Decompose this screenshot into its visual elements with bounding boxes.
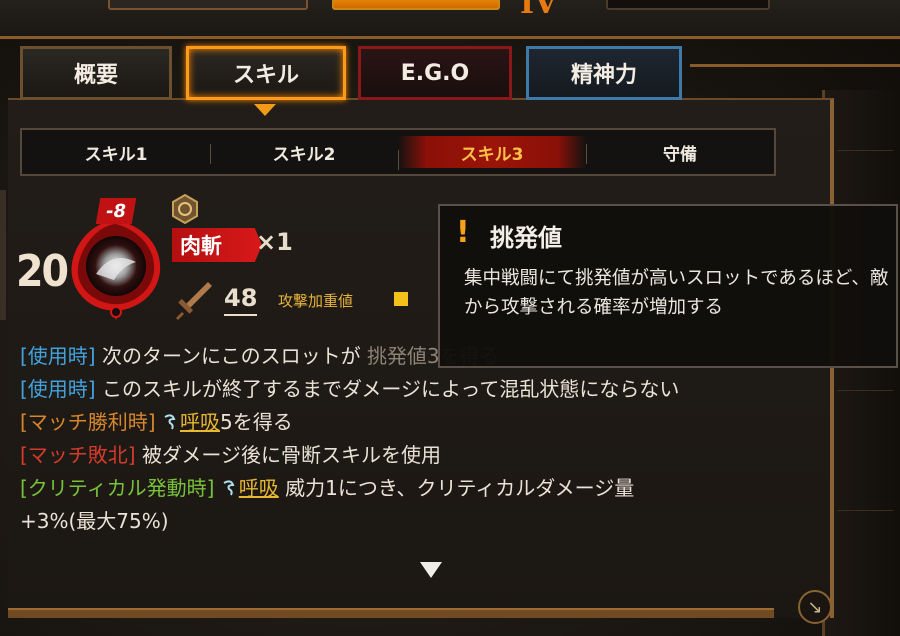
effect-keyword[interactable]: 呼吸 [180, 410, 220, 434]
tab-overview[interactable]: 概要 [20, 46, 172, 100]
exclamation-icon: ! [456, 215, 470, 250]
top-bar: IV [0, 0, 900, 40]
subtab-skill2[interactable]: スキル2 [210, 130, 398, 174]
skill-level: 20 [16, 246, 69, 297]
keyword-tooltip: ! 挑発値 集中戦闘にて挑発値が高いスロットであるほど、敵から攻撃される確率が増… [438, 204, 898, 368]
tooltip-body: 集中戦闘にて挑発値が高いスロットであるほど、敵から攻撃される確率が増加する [464, 268, 889, 318]
coin-multiplier: ×1 [256, 228, 293, 256]
effect-line: [使用時] このスキルが終了するまでダメージによって混乱状態にならない [20, 373, 780, 406]
attack-weight-value: 48 [224, 284, 258, 316]
scroll-down-icon[interactable] [420, 562, 442, 578]
effect-line-continued: +3%(最大75%) [20, 509, 169, 533]
attack-weight-label: 攻撃加重値 [278, 292, 354, 310]
panel-bottom-rail [8, 608, 774, 618]
effect-line: [マッチ敗北] 被ダメージ後に骨断スキルを使用 [20, 439, 780, 472]
tab-ego[interactable]: E.G.O [358, 46, 512, 100]
breath-icon [223, 480, 235, 496]
effect-text: 被ダメージ後に骨断スキルを使用 [141, 443, 441, 467]
sword-icon [176, 282, 212, 320]
subtab-guard[interactable]: 守備 [586, 130, 774, 174]
effect-trigger: [使用時] [20, 377, 96, 401]
frame-divider [0, 36, 900, 39]
tab-mental[interactable]: 精神力 [526, 46, 682, 100]
top-slot-left[interactable] [108, 0, 308, 10]
skill-subtabs: スキル1 スキル2 スキル3 守備 [20, 128, 776, 176]
attack-weight-marker-icon [394, 292, 408, 306]
effect-text: 威力1につき、クリティカルダメージ量 [285, 476, 635, 500]
effect-keyword[interactable]: 呼吸 [239, 476, 279, 500]
left-frame-strip [0, 190, 6, 320]
skill-effects: [使用時] 次のターンにこのスロットが 挑発値3を得る [使用時] このスキルが… [20, 340, 780, 560]
effect-trigger: [マッチ勝利時] [20, 410, 156, 434]
effect-text: このスキルが終了するまでダメージによって混乱状態にならない [101, 377, 680, 401]
attack-type-tag: 肉斬 [172, 228, 262, 262]
rank-numeral: IV [520, 0, 558, 21]
power-modifier-badge: -8 [95, 198, 137, 224]
effect-line: [クリティカル発動時] 呼吸 威力1につき、クリティカルダメージ量 [20, 472, 780, 505]
effect-trigger: [使用時] [20, 344, 96, 368]
effect-text: 5を得る [219, 410, 293, 434]
top-slot-right[interactable] [606, 0, 770, 10]
tooltip-title: 挑発値 [490, 224, 562, 252]
collapse-corner-button[interactable]: ↘ [798, 590, 832, 624]
subtab-skill1[interactable]: スキル1 [22, 130, 210, 174]
active-tab-pointer-icon [254, 104, 276, 116]
tab-skill[interactable]: スキル [186, 46, 346, 100]
skill-icon[interactable] [66, 214, 166, 324]
effect-text: 次のターンにこのスロットが [101, 344, 361, 368]
top-slot-highlight[interactable] [332, 0, 500, 10]
effect-trigger: [マッチ敗北] [20, 443, 136, 467]
effect-line: [マッチ勝利時] 呼吸5を得る [20, 406, 780, 439]
coin-icon [172, 194, 198, 224]
breath-icon [164, 414, 176, 430]
subtab-skill3[interactable]: スキル3 [398, 136, 586, 170]
frame-accent [690, 64, 900, 67]
effect-trigger: [クリティカル発動時] [20, 476, 215, 500]
